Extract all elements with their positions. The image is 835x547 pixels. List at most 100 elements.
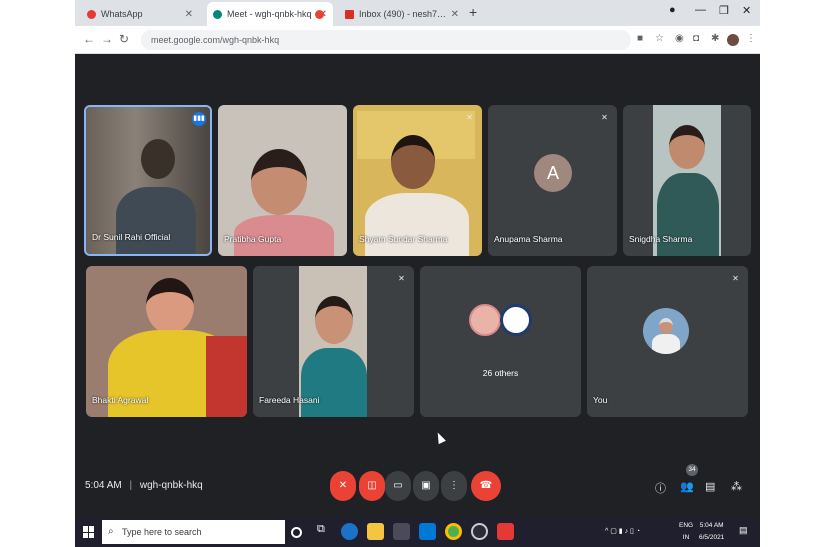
present-icon[interactable]: ▣ — [413, 471, 439, 501]
body — [365, 193, 469, 256]
head — [146, 278, 194, 334]
activities-icon[interactable]: ⁂ — [731, 480, 742, 493]
app-icon[interactable] — [471, 523, 488, 540]
browser-tabstrip: WhatsApp ✕ Meet - wgh-qnbk-hkq ✕ Inbox (… — [75, 0, 760, 26]
new-tab-button[interactable]: + — [469, 4, 477, 20]
task-view-icon[interactable]: ⧉ — [317, 523, 334, 540]
meeting-code: wgh-qnbk-hkq — [139, 480, 203, 491]
participant-tile[interactable]: ▮▮▮ Dr Sunil Rahi Official — [84, 105, 212, 256]
windows-taskbar: ⌕ Type here to search ⧉ ^ ▢ ▮ ♪ ▯ ◔ ENG … — [75, 517, 760, 547]
language-indicator[interactable]: ENG IN — [679, 520, 693, 544]
mic-off-icon: ✕ — [601, 113, 608, 122]
forward-icon[interactable]: → — [101, 32, 113, 46]
tray-icons[interactable]: ^ ▢ ▮ ♪ ▯ ◔ — [605, 527, 640, 535]
close-window-icon[interactable]: ✕ — [742, 4, 751, 17]
tab-label: Inbox (490) - nesh787@gmail.co... — [359, 9, 447, 19]
others-tile[interactable]: 26 others — [420, 266, 581, 417]
head — [669, 125, 705, 169]
meeting-time: 5:04 AM — [85, 480, 122, 491]
browser-toolbar: ← → ↻ meet.google.com/wgh-qnbk-hkq ■ ☆ ◉… — [75, 26, 760, 54]
url-text: meet.google.com/wgh-qnbk-hkq — [151, 35, 280, 45]
speaking-indicator-icon: ▮▮▮ — [192, 112, 206, 126]
participant-name: Snigdha Sharma — [629, 234, 693, 244]
recorder-icon[interactable] — [497, 523, 514, 540]
windows-logo-icon[interactable] — [83, 526, 95, 538]
participant-tile[interactable]: Snigdha Sharma — [623, 105, 751, 256]
screen-frame: WhatsApp ✕ Meet - wgh-qnbk-hkq ✕ Inbox (… — [75, 0, 760, 547]
mic-off-icon[interactable]: ✕ — [330, 471, 356, 501]
camera-permission-icon[interactable]: ■ — [637, 33, 643, 44]
participant-tile[interactable]: Bhakti Agrawal — [86, 266, 247, 417]
extension-icon[interactable]: ◘ — [693, 33, 699, 44]
tab-label: WhatsApp — [101, 9, 143, 19]
chat-icon[interactable]: ▤ — [705, 480, 715, 493]
avatar — [500, 304, 532, 336]
participant-tile[interactable]: ✕ Fareeda Hasani — [253, 266, 414, 417]
head — [141, 139, 175, 179]
mouse-cursor — [434, 430, 446, 445]
meet-icon — [213, 9, 222, 19]
close-icon[interactable]: ✕ — [185, 9, 193, 20]
back-icon[interactable]: ← — [83, 32, 95, 46]
mail-icon[interactable] — [419, 523, 436, 540]
avatar — [643, 308, 689, 354]
participant-tile[interactable]: A ✕ Anupama Sharma — [488, 105, 617, 256]
participant-count-badge: 34 — [686, 464, 698, 476]
taskbar-clock[interactable]: 5:04 AM 6/5/2021 — [699, 520, 724, 544]
participant-name: Anupama Sharma — [494, 234, 563, 244]
lang-line1: ENG — [679, 522, 694, 529]
reload-icon[interactable]: ↻ — [119, 32, 129, 46]
participant-name: Bhakti Agrawal — [92, 395, 149, 405]
head — [315, 296, 353, 344]
tab-whatsapp[interactable]: WhatsApp ✕ — [81, 2, 199, 26]
file-explorer-icon[interactable] — [367, 523, 384, 540]
profile-icon[interactable]: ● — [669, 4, 676, 16]
participant-name: Dr Sunil Rahi Official — [92, 232, 171, 242]
info-icon[interactable]: ⓘ — [655, 480, 666, 496]
dupatta — [206, 336, 247, 417]
self-tile[interactable]: ✕ You — [587, 266, 748, 417]
gmail-icon — [345, 9, 354, 19]
puzzle-icon[interactable]: ✱ — [711, 33, 719, 44]
bookmark-star-icon[interactable]: ☆ — [655, 33, 664, 44]
head — [251, 149, 307, 215]
head — [659, 318, 673, 334]
meeting-details[interactable]: 5:04 AM | wgh-qnbk-hkq — [85, 480, 203, 491]
more-icon[interactable]: ⋮ — [441, 471, 467, 501]
captions-icon[interactable]: ▭ — [385, 471, 411, 501]
camera-off-icon[interactable]: ◫ — [359, 471, 385, 501]
avatar — [469, 304, 501, 336]
avatar[interactable] — [727, 34, 739, 46]
search-icon: ⌕ — [108, 526, 114, 537]
end-call-icon[interactable]: ☎ — [471, 471, 501, 501]
search-placeholder: Type here to search — [122, 527, 202, 537]
address-bar[interactable]: meet.google.com/wgh-qnbk-hkq — [141, 30, 631, 50]
participant-name: Pratibha Gupta — [224, 234, 282, 244]
close-icon[interactable]: ✕ — [451, 9, 459, 20]
others-count: 26 others — [482, 368, 519, 378]
body — [116, 187, 196, 254]
chrome-icon[interactable] — [445, 523, 462, 540]
participant-tile[interactable]: Pratibha Gupta — [218, 105, 347, 256]
store-icon[interactable] — [393, 523, 410, 540]
maximize-icon[interactable]: ❐ — [719, 4, 729, 17]
participant-name: You — [593, 395, 608, 405]
record-icon — [315, 9, 324, 19]
notification-icon[interactable]: ▤ — [739, 525, 748, 536]
separator: | — [129, 480, 133, 491]
menu-icon[interactable]: ⋮ — [746, 33, 756, 44]
participant-tile[interactable]: ✕ Shyam Sundar Sharma — [353, 105, 482, 256]
whatsapp-icon — [87, 9, 96, 19]
minimize-icon[interactable]: — — [695, 4, 706, 16]
body — [301, 348, 367, 417]
head — [391, 135, 435, 189]
tab-label: Meet - wgh-qnbk-hkq — [227, 9, 312, 19]
edge-icon[interactable] — [341, 523, 358, 540]
participant-name: Fareeda Hasani — [259, 395, 320, 405]
tab-recording[interactable] — [307, 2, 335, 26]
extension-icon[interactable]: ◉ — [675, 33, 684, 44]
taskbar-search[interactable]: ⌕ Type here to search — [102, 520, 285, 544]
people-icon[interactable]: 👥 — [680, 480, 694, 493]
tab-inbox[interactable]: Inbox (490) - nesh787@gmail.co... ✕ — [339, 2, 465, 26]
cortana-icon[interactable] — [291, 527, 302, 538]
